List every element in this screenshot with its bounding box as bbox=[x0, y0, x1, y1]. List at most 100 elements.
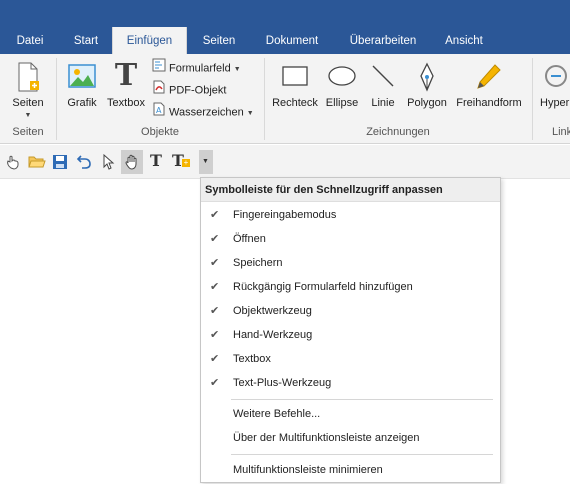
menu-item-label: Speichern bbox=[233, 257, 283, 269]
text-t-icon: T bbox=[114, 58, 138, 93]
check-icon: ✔ bbox=[210, 281, 220, 293]
save-icon bbox=[53, 155, 67, 169]
ribbon-tab-bar: Datei Start Einfügen Seiten Dokument Übe… bbox=[0, 0, 570, 55]
tab-einfuegen[interactable]: Einfügen bbox=[112, 27, 187, 55]
folder-open-icon bbox=[28, 156, 46, 168]
svg-text:A: A bbox=[156, 106, 162, 115]
tab-ansicht[interactable]: Ansicht bbox=[436, 28, 492, 54]
form-field-icon bbox=[152, 58, 166, 79]
group-separator bbox=[532, 58, 533, 140]
polygon-label: Polygon bbox=[407, 97, 447, 109]
pencil-icon bbox=[475, 62, 503, 95]
text-plus-tool-button[interactable]: T + bbox=[169, 150, 191, 174]
hyperlink-label: Hyper bbox=[540, 97, 570, 109]
group-label-link: Link bbox=[552, 126, 570, 138]
customize-qat-button[interactable]: ▼ bbox=[199, 150, 213, 174]
menu-separator bbox=[231, 399, 493, 400]
check-icon: ✔ bbox=[210, 233, 220, 245]
object-tool-button[interactable] bbox=[97, 150, 119, 174]
plus-badge-icon: + bbox=[182, 158, 190, 167]
tab-dokument[interactable]: Dokument bbox=[256, 28, 328, 54]
textbox-tool-button[interactable]: T bbox=[145, 150, 167, 174]
menu-item-label: Hand-Werkzeug bbox=[233, 329, 313, 341]
textbox-label: Textbox bbox=[107, 97, 145, 109]
check-icon: ✔ bbox=[210, 209, 220, 221]
menu-item-ribbon-minimieren[interactable]: Multifunktionsleiste minimieren bbox=[201, 458, 500, 482]
hand-tool-button[interactable] bbox=[121, 150, 143, 174]
menu-item-ueber-ribbon-anzeigen[interactable]: Über der Multifunktionsleiste anzeigen bbox=[201, 426, 500, 450]
undo-button[interactable] bbox=[73, 150, 95, 174]
menu-item-label: Textbox bbox=[233, 353, 271, 365]
polygon-button[interactable]: Polygon bbox=[404, 58, 450, 120]
group-label-seiten: Seiten bbox=[12, 126, 44, 138]
rechteck-label: Rechteck bbox=[272, 97, 318, 109]
hyperlink-button[interactable]: Hyper bbox=[538, 58, 570, 120]
tab-start[interactable]: Start bbox=[64, 28, 108, 54]
menu-item-fingereingabemodus[interactable]: ✔ Fingereingabemodus bbox=[201, 203, 500, 227]
freihandform-button[interactable]: Freihandform bbox=[452, 58, 526, 120]
ellipse-icon bbox=[327, 62, 357, 93]
chevron-down-icon: ▼ bbox=[233, 66, 241, 74]
menu-item-label: Über der Multifunktionsleiste anzeigen bbox=[233, 432, 420, 444]
ribbon: Seiten ▼ Seiten Grafik T Textbox Formula… bbox=[0, 54, 570, 144]
text-icon: T bbox=[150, 151, 162, 170]
image-icon bbox=[68, 62, 96, 93]
rectangle-icon bbox=[281, 62, 309, 93]
linie-button[interactable]: Linie bbox=[366, 58, 400, 120]
undo-icon bbox=[76, 155, 91, 169]
menu-item-objektwerkzeug[interactable]: ✔ Objektwerkzeug bbox=[201, 299, 500, 323]
textbox-button[interactable]: T Textbox bbox=[104, 58, 148, 120]
formularfeld-button[interactable]: Formularfeld ▼ bbox=[152, 58, 241, 78]
check-icon: ✔ bbox=[210, 377, 220, 389]
menu-item-speichern[interactable]: ✔ Speichern bbox=[201, 251, 500, 275]
chevron-down-icon: ▼ bbox=[24, 112, 32, 119]
pdf-objekt-button[interactable]: PDF-Objekt bbox=[152, 80, 226, 100]
seiten-button[interactable]: Seiten ▼ bbox=[6, 58, 50, 120]
menu-item-label: Objektwerkzeug bbox=[233, 305, 312, 317]
group-label-objekte: Objekte bbox=[141, 126, 179, 138]
open-button[interactable] bbox=[25, 150, 47, 174]
menu-title: Symbolleiste für den Schnellzugriff anpa… bbox=[201, 178, 500, 202]
select-arrow-icon bbox=[103, 154, 115, 170]
menu-item-label: Multifunktionsleiste minimieren bbox=[233, 464, 383, 476]
menu-item-label: Text-Plus-Werkzeug bbox=[233, 377, 332, 389]
formularfeld-label: Formularfeld bbox=[169, 62, 231, 75]
finger-mode-button[interactable] bbox=[2, 150, 24, 174]
save-button[interactable] bbox=[49, 150, 71, 174]
group-label-zeichnungen: Zeichnungen bbox=[366, 126, 430, 138]
check-icon: ✔ bbox=[210, 257, 220, 269]
menu-item-oeffnen[interactable]: ✔ Öffnen bbox=[201, 227, 500, 251]
group-separator bbox=[56, 58, 57, 140]
quick-access-toolbar: T T + ▼ bbox=[0, 145, 570, 179]
menu-item-label: Weitere Befehle... bbox=[233, 408, 321, 420]
tab-seiten[interactable]: Seiten bbox=[194, 28, 244, 54]
menu-item-weitere-befehle[interactable]: Weitere Befehle... bbox=[201, 402, 500, 426]
rechteck-button[interactable]: Rechteck bbox=[270, 58, 320, 120]
menu-item-hand-werkzeug[interactable]: ✔ Hand-Werkzeug bbox=[201, 323, 500, 347]
ellipse-button[interactable]: Ellipse bbox=[322, 58, 362, 120]
wasserzeichen-label: Wasserzeichen bbox=[169, 106, 244, 119]
menu-item-label: Fingereingabemodus bbox=[233, 209, 337, 221]
tab-datei[interactable]: Datei bbox=[8, 28, 52, 54]
check-icon: ✔ bbox=[210, 305, 220, 317]
wasserzeichen-button[interactable]: A Wasserzeichen ▼ bbox=[152, 102, 254, 122]
menu-item-label: Rückgängig Formularfeld hinzufügen bbox=[233, 281, 413, 293]
link-icon bbox=[543, 62, 569, 93]
pdf-objekt-label: PDF-Objekt bbox=[169, 84, 227, 97]
menu-item-label: Öffnen bbox=[233, 233, 266, 245]
grafik-button[interactable]: Grafik bbox=[62, 58, 102, 120]
tab-ueberarbeiten[interactable]: Überarbeiten bbox=[340, 28, 426, 54]
menu-item-rueckgaengig[interactable]: ✔ Rückgängig Formularfeld hinzufügen bbox=[201, 275, 500, 299]
group-separator bbox=[264, 58, 265, 140]
menu-separator bbox=[231, 454, 493, 455]
customize-dropdown-icon: ▼ bbox=[202, 158, 209, 165]
menu-item-textbox[interactable]: ✔ Textbox bbox=[201, 347, 500, 371]
customize-qat-menu: Symbolleiste für den Schnellzugriff anpa… bbox=[200, 177, 501, 483]
page-add-icon bbox=[16, 62, 40, 95]
freihandform-label: Freihandform bbox=[456, 97, 522, 109]
linie-label: Linie bbox=[371, 97, 395, 109]
menu-item-text-plus-werkzeug[interactable]: ✔ Text-Plus-Werkzeug bbox=[201, 371, 500, 395]
check-icon: ✔ bbox=[210, 353, 220, 365]
grafik-label: Grafik bbox=[67, 97, 97, 109]
hand-icon bbox=[125, 154, 137, 170]
